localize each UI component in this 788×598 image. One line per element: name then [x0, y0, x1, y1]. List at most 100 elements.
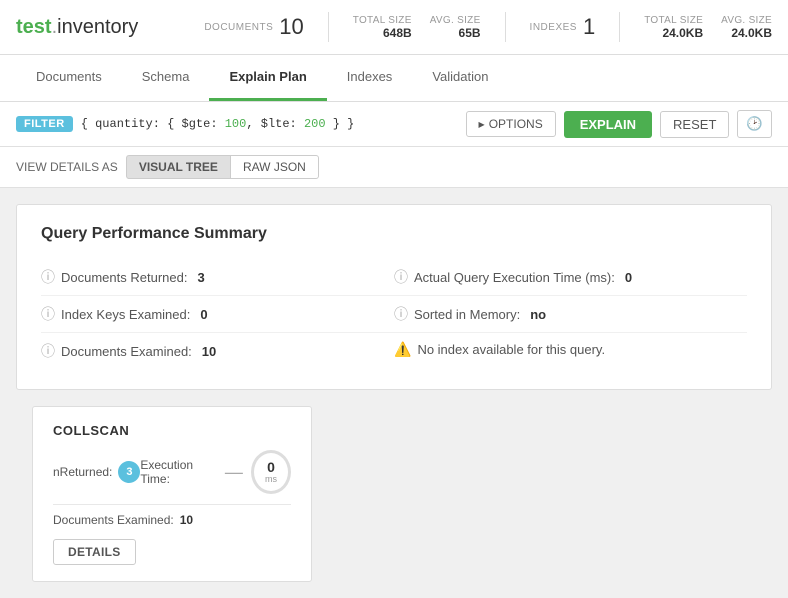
perf-summary-card: Query Performance Summary ⓘ Documents Re…: [16, 204, 772, 390]
exec-time-card-label: Execution Time:: [140, 458, 217, 486]
documents-label: DOCUMENTS: [204, 22, 273, 33]
info-icon-2: ⓘ: [41, 304, 55, 324]
exec-time-val: 0: [625, 270, 632, 285]
sorted-row: ⓘ Sorted in Memory: no: [394, 296, 747, 333]
indexes-stat: INDEXES 1: [530, 14, 596, 40]
visual-tree-button[interactable]: VISUAL TREE: [126, 155, 230, 179]
perf-summary-title: Query Performance Summary: [41, 225, 747, 243]
collscan-title: COLLSCAN: [53, 423, 291, 438]
divider-2: [505, 12, 506, 42]
tab-explain-plan[interactable]: Explain Plan: [209, 55, 326, 101]
total-size-val-2: 24.0KB: [644, 26, 703, 40]
reset-button[interactable]: RESET: [660, 111, 729, 138]
header: test.inventory DOCUMENTS 10 TOTAL SIZE 6…: [0, 0, 788, 55]
perf-right-col: ⓘ Actual Query Execution Time (ms): 0 ⓘ …: [394, 259, 747, 369]
avg-size-label-2: AVG. SIZE: [721, 15, 772, 26]
documents-count: 10: [279, 14, 303, 40]
docs-returned-row: ⓘ Documents Returned: 3: [41, 259, 394, 296]
docs-examined-val: 10: [202, 344, 216, 359]
info-icon-4: ⓘ: [394, 267, 408, 287]
indexes-label: INDEXES: [530, 22, 577, 33]
index-keys-val: 0: [200, 307, 207, 322]
query-brace: {: [81, 117, 95, 131]
avg-size-val-2: 24.0KB: [721, 26, 772, 40]
query-op1: $gte:: [182, 117, 225, 131]
avg-size-sub-1: AVG. SIZE 65B: [430, 15, 481, 40]
collscan-docs-examined-val: 10: [180, 513, 193, 527]
query-text: { quantity: { $gte: 100, $lte: 200 } }: [81, 117, 458, 131]
nreturned-group: nReturned: 3: [53, 461, 140, 483]
view-toggle-bar: VIEW DETAILS AS VISUAL TREE RAW JSON: [0, 147, 788, 188]
avg-size-label-1: AVG. SIZE: [430, 15, 481, 26]
info-icon-1: ⓘ: [41, 267, 55, 287]
total-size-label-1: TOTAL SIZE: [353, 15, 412, 26]
raw-json-button[interactable]: RAW JSON: [230, 155, 319, 179]
collscan-docs-examined-row: Documents Examined: 10: [53, 513, 291, 527]
header-stats: DOCUMENTS 10 TOTAL SIZE 648B AVG. SIZE 6…: [204, 12, 772, 42]
query-op2: $lte:: [261, 117, 304, 131]
collscan-docs-examined-label: Documents Examined:: [53, 513, 174, 527]
total-size-label-2: TOTAL SIZE: [644, 15, 703, 26]
logo-test: test: [16, 16, 52, 38]
clock-icon: 🕑: [746, 116, 763, 131]
toolbar: FILTER { quantity: { $gte: 100, $lte: 20…: [0, 102, 788, 147]
exec-time-row: ⓘ Actual Query Execution Time (ms): 0: [394, 259, 747, 296]
tab-schema[interactable]: Schema: [122, 55, 210, 101]
tab-bar: Documents Schema Explain Plan Indexes Va…: [0, 55, 788, 102]
warning-icon: ⚠️: [394, 341, 411, 358]
main-content: Query Performance Summary ⓘ Documents Re…: [0, 188, 788, 598]
query-val2: 200: [304, 117, 326, 131]
sorted-label: Sorted in Memory:: [414, 307, 520, 322]
avg-size-val-1: 65B: [430, 26, 481, 40]
total-size-val-1: 648B: [353, 26, 412, 40]
nreturned-label: nReturned:: [53, 465, 112, 479]
docs-examined-label: Documents Examined:: [61, 344, 192, 359]
tab-documents[interactable]: Documents: [16, 55, 122, 101]
docs-examined-row: ⓘ Documents Examined: 10: [41, 333, 394, 369]
size-stat-1: TOTAL SIZE 648B AVG. SIZE 65B: [353, 15, 481, 40]
collscan-nreturned-row: nReturned: 3 Execution Time: — 0 ms: [53, 450, 291, 494]
exec-time-circle-val: 0: [267, 460, 275, 474]
documents-stat: DOCUMENTS 10: [204, 14, 303, 40]
logo-inventory: inventory: [57, 16, 138, 38]
details-button[interactable]: DETAILS: [53, 539, 136, 565]
size-sub-1: TOTAL SIZE 648B: [353, 15, 412, 40]
divider-3: [619, 12, 620, 42]
query-key: quantity: [95, 117, 153, 131]
nreturned-badge: 3: [118, 461, 140, 483]
collscan-card: COLLSCAN nReturned: 3 Execution Time: — …: [32, 406, 312, 582]
collscan-area: COLLSCAN nReturned: 3 Execution Time: — …: [16, 406, 772, 582]
perf-grid: ⓘ Documents Returned: 3 ⓘ Index Keys Exa…: [41, 259, 747, 369]
sorted-val: no: [530, 307, 546, 322]
avg-size-sub-2: AVG. SIZE 24.0KB: [721, 15, 772, 40]
explain-button[interactable]: EXPLAIN: [564, 111, 652, 138]
tab-validation[interactable]: Validation: [412, 55, 508, 101]
exec-time-circle-unit: ms: [265, 474, 277, 484]
size-stat-2: TOTAL SIZE 24.0KB AVG. SIZE 24.0KB: [644, 15, 772, 40]
exec-time-group: Execution Time: — 0 ms: [140, 450, 291, 494]
options-label: OPTIONS: [489, 117, 543, 131]
info-icon-5: ⓘ: [394, 304, 408, 324]
triangle-icon: ▶: [479, 120, 485, 129]
index-keys-row: ⓘ Index Keys Examined: 0: [41, 296, 394, 333]
logo: test.inventory: [16, 16, 138, 39]
perf-left-col: ⓘ Documents Returned: 3 ⓘ Index Keys Exa…: [41, 259, 394, 369]
options-button[interactable]: ▶ OPTIONS: [466, 111, 556, 137]
indexes-count: 1: [583, 14, 595, 40]
exec-time-label: Actual Query Execution Time (ms):: [414, 270, 615, 285]
no-index-row: ⚠️ No index available for this query.: [394, 333, 747, 366]
query-val1: 100: [225, 117, 247, 131]
docs-returned-label: Documents Returned:: [61, 270, 187, 285]
docs-returned-val: 3: [197, 270, 204, 285]
info-icon-3: ⓘ: [41, 341, 55, 361]
index-keys-label: Index Keys Examined:: [61, 307, 190, 322]
view-details-label: VIEW DETAILS AS: [16, 160, 118, 174]
exec-time-circle: 0 ms: [251, 450, 291, 494]
filter-badge[interactable]: FILTER: [16, 116, 73, 132]
history-button[interactable]: 🕑: [737, 110, 772, 138]
no-index-text: No index available for this query.: [417, 342, 605, 357]
divider-1: [328, 12, 329, 42]
size-sub-2: TOTAL SIZE 24.0KB: [644, 15, 703, 40]
tab-indexes[interactable]: Indexes: [327, 55, 413, 101]
collscan-divider: [53, 504, 291, 505]
